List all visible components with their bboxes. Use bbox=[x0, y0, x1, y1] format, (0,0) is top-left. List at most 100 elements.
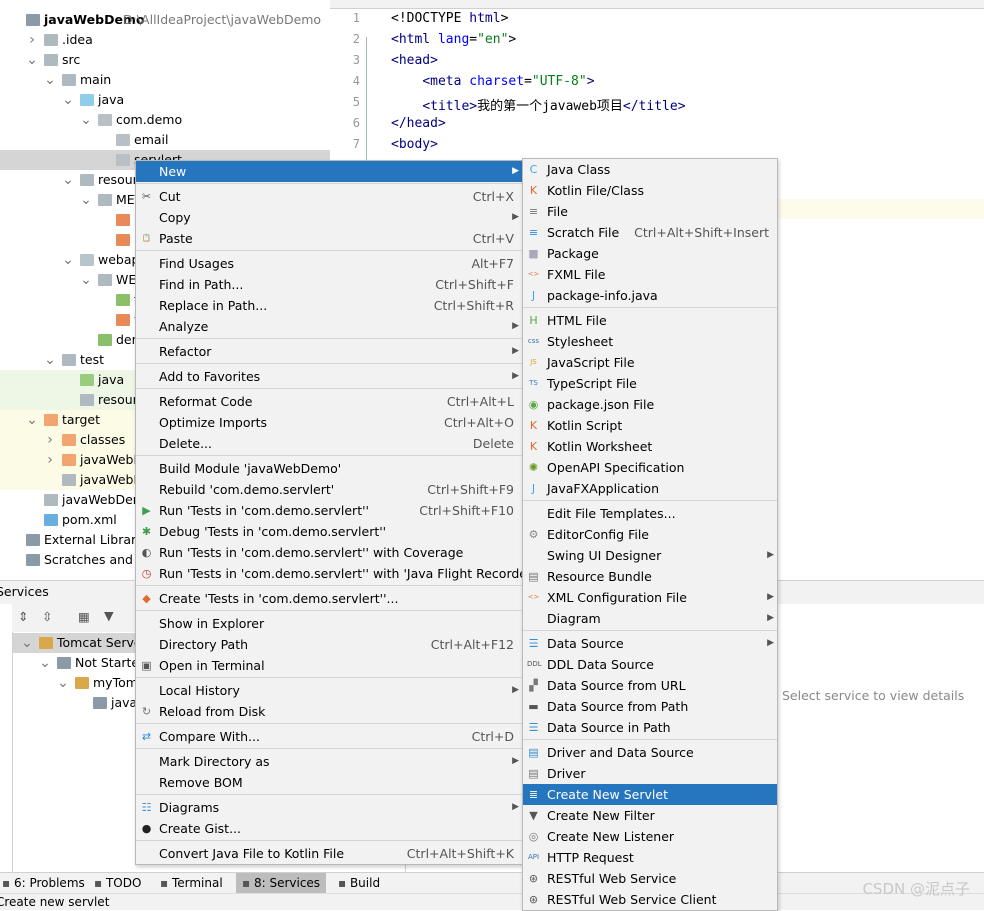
menu-item-data-source-from-url[interactable]: ▞ Data Source from URL bbox=[523, 675, 777, 696]
menu-item-java-class[interactable]: C Java Class bbox=[523, 159, 777, 180]
tree-item[interactable]: › .idea bbox=[0, 30, 330, 50]
menu-item-create-new-listener[interactable]: ◎ Create New Listener bbox=[523, 826, 777, 847]
menu-item-reformat-code[interactable]: Reformat Code Ctrl+Alt+L bbox=[136, 391, 522, 412]
menu-item-compare-with[interactable]: ⇄ Compare With... Ctrl+D bbox=[136, 726, 522, 747]
menu-item-javafxapplication[interactable]: J JavaFXApplication bbox=[523, 478, 777, 499]
code-line[interactable]: <meta charset="UTF-8"> bbox=[391, 74, 594, 89]
menu-item-remove-bom[interactable]: Remove BOM bbox=[136, 772, 522, 793]
menu-item-find-in-path[interactable]: Find in Path... Ctrl+Shift+F bbox=[136, 274, 522, 295]
chevron-down-icon[interactable]: ⌄ bbox=[57, 673, 69, 693]
menu-item-directory-path[interactable]: Directory Path Ctrl+Alt+F12 bbox=[136, 634, 522, 655]
code-line[interactable]: </head> bbox=[391, 116, 446, 131]
menu-item-reload-from-disk[interactable]: ↻ Reload from Disk bbox=[136, 701, 522, 722]
chevron-right-icon[interactable]: › bbox=[44, 430, 56, 450]
code-line[interactable]: <body> bbox=[391, 137, 438, 152]
filter-icon[interactable]: ▼ bbox=[104, 608, 114, 623]
menu-item-fxml-file[interactable]: <> FXML File bbox=[523, 264, 777, 285]
code-line[interactable]: <!DOCTYPE html> bbox=[391, 11, 508, 26]
menu-item-delete[interactable]: Delete... Delete bbox=[136, 433, 522, 454]
menu-item-stylesheet[interactable]: css Stylesheet bbox=[523, 331, 777, 352]
menu-item-paste[interactable]: 📋 Paste Ctrl+V bbox=[136, 228, 522, 249]
tool-tab-todo[interactable]: ▪ TODO bbox=[88, 873, 147, 893]
menu-item-diagram[interactable]: Diagram ▶ bbox=[523, 608, 777, 629]
tree-item[interactable]: ⌄ java bbox=[0, 90, 330, 110]
tree-item[interactable]: email bbox=[0, 130, 330, 150]
chevron-down-icon[interactable]: ⌄ bbox=[21, 633, 33, 653]
menu-item-xml-configuration-file[interactable]: <> XML Configuration File ▶ bbox=[523, 587, 777, 608]
menu-item-refactor[interactable]: Refactor ▶ bbox=[136, 341, 522, 362]
chevron-down-icon[interactable]: ⌄ bbox=[44, 70, 56, 90]
chevron-right-icon[interactable]: › bbox=[44, 450, 56, 470]
menu-item-kotlin-worksheet[interactable]: K Kotlin Worksheet bbox=[523, 436, 777, 457]
menu-item-kotlin-file-class[interactable]: K Kotlin File/Class bbox=[523, 180, 777, 201]
editor-tabs[interactable] bbox=[330, 0, 984, 9]
menu-item-create-gist[interactable]: ● Create Gist... bbox=[136, 818, 522, 839]
tool-tab--services[interactable]: ▪ 8: Services bbox=[236, 873, 327, 893]
menu-item-run-tests-in-com-demo-servlert-with-coverage[interactable]: ◐ Run 'Tests in 'com.demo.servlert'' with… bbox=[136, 542, 522, 563]
menu-item-data-source[interactable]: ☰ Data Source ▶ bbox=[523, 633, 777, 654]
menu-item-run-tests-in-com-demo-servlert[interactable]: ▶ Run 'Tests in 'com.demo.servlert'' Ctrl+… bbox=[136, 500, 522, 521]
menu-item-create-new-servlet[interactable]: ≣ Create New Servlet bbox=[523, 784, 777, 805]
chevron-down-icon[interactable]: ⌄ bbox=[80, 270, 92, 290]
menu-item-find-usages[interactable]: Find Usages Alt+F7 bbox=[136, 253, 522, 274]
chevron-down-icon[interactable]: ⌄ bbox=[44, 350, 56, 370]
menu-item-replace-in-path[interactable]: Replace in Path... Ctrl+Shift+R bbox=[136, 295, 522, 316]
menu-item-scratch-file[interactable]: ≡ Scratch File Ctrl+Alt+Shift+Insert bbox=[523, 222, 777, 243]
collapse-all-icon[interactable]: ⇳ bbox=[42, 609, 52, 624]
menu-item-debug-tests-in-com-demo-servlert[interactable]: ✱ Debug 'Tests in 'com.demo.servlert'' bbox=[136, 521, 522, 542]
menu-item-file[interactable]: ≡ File bbox=[523, 201, 777, 222]
menu-item-rebuild-com-demo-servlert[interactable]: Rebuild 'com.demo.servlert' Ctrl+Shift+F9 bbox=[136, 479, 522, 500]
menu-item-swing-ui-designer[interactable]: Swing UI Designer ▶ bbox=[523, 545, 777, 566]
menu-item-package-info-java[interactable]: Jpackage-info.java bbox=[523, 285, 777, 306]
menu-item-diagrams[interactable]: ☷ Diagrams ▶ bbox=[136, 797, 522, 818]
group-icon[interactable]: ▦ bbox=[78, 609, 90, 624]
menu-item-add-to-favorites[interactable]: Add to Favorites ▶ bbox=[136, 366, 522, 387]
menu-item-optimize-imports[interactable]: Optimize Imports Ctrl+Alt+O bbox=[136, 412, 522, 433]
menu-item-cut[interactable]: ✂ Cut Ctrl+X bbox=[136, 186, 522, 207]
tree-item[interactable]: javaWebDemo D:\AllIdeaProject\javaWebDemo bbox=[0, 10, 330, 30]
menu-item-analyze[interactable]: Analyze ▶ bbox=[136, 316, 522, 337]
menu-item-driver-and-data-source[interactable]: ▤ Driver and Data Source bbox=[523, 742, 777, 763]
tool-tab--problems[interactable]: ▪ 6: Problems bbox=[0, 873, 91, 893]
menu-item-kotlin-script[interactable]: K Kotlin Script bbox=[523, 415, 777, 436]
chevron-down-icon[interactable]: ⌄ bbox=[80, 110, 92, 130]
menu-item-restful-web-service[interactable]: ⊛ RESTful Web Service bbox=[523, 868, 777, 889]
tool-tab-build[interactable]: ▪ Build bbox=[332, 873, 386, 893]
chevron-down-icon[interactable]: ⌄ bbox=[26, 50, 38, 70]
menu-item-resource-bundle[interactable]: ▤ Resource Bundle bbox=[523, 566, 777, 587]
tree-item[interactable]: ⌄ main bbox=[0, 70, 330, 90]
menu-item-data-source-from-path[interactable]: ▬ Data Source from Path bbox=[523, 696, 777, 717]
menu-item-data-source-in-path[interactable]: ☰ Data Source in Path bbox=[523, 717, 777, 738]
chevron-down-icon[interactable]: ⌄ bbox=[62, 90, 74, 110]
chevron-down-icon[interactable]: ⌄ bbox=[62, 250, 74, 270]
menu-item-http-request[interactable]: API HTTP Request bbox=[523, 847, 777, 868]
menu-item-openapi-specification[interactable]: ✺ OpenAPI Specification bbox=[523, 457, 777, 478]
menu-item-open-in-terminal[interactable]: ▣ Open in Terminal bbox=[136, 655, 522, 676]
menu-item-edit-file-templates[interactable]: Edit File Templates... bbox=[523, 503, 777, 524]
menu-item-new[interactable]: New ▶ bbox=[136, 161, 522, 182]
menu-item-package-json-file[interactable]: ◉ package.json File bbox=[523, 394, 777, 415]
menu-item-local-history[interactable]: Local History ▶ bbox=[136, 680, 522, 701]
chevron-down-icon[interactable]: ⌄ bbox=[62, 170, 74, 190]
code-line[interactable]: <html lang="en"> bbox=[391, 32, 516, 47]
tool-tab-terminal[interactable]: ▪ Terminal bbox=[154, 873, 229, 893]
menu-item-html-file[interactable]: H HTML File bbox=[523, 310, 777, 331]
menu-item-editorconfig-file[interactable]: ⚙ EditorConfig File bbox=[523, 524, 777, 545]
tree-item[interactable]: ⌄ src bbox=[0, 50, 330, 70]
chevron-down-icon[interactable]: ⌄ bbox=[39, 653, 51, 673]
code-line[interactable]: <head> bbox=[391, 53, 438, 68]
expand-all-icon[interactable]: ⇕ bbox=[18, 609, 28, 624]
menu-item-show-in-explorer[interactable]: Show in Explorer bbox=[136, 613, 522, 634]
menu-item-run-tests-in-com-demo-servlert-with-java-flight-recorder[interactable]: ◷ Run 'Tests in 'com.demo.servlert'' with… bbox=[136, 563, 536, 584]
code-line[interactable]: <title>我的第一个javaweb项目</title> bbox=[391, 95, 685, 114]
chevron-down-icon[interactable]: ⌄ bbox=[26, 410, 38, 430]
chevron-right-icon[interactable]: › bbox=[26, 30, 38, 50]
tree-item[interactable]: ⌄ com.demo bbox=[0, 110, 330, 130]
menu-item-convert-java-file-to-kotlin-file[interactable]: Convert Java File to Kotlin File Ctrl+Alt… bbox=[136, 843, 522, 864]
menu-item-ddl-data-source[interactable]: DDL DDL Data Source bbox=[523, 654, 777, 675]
menu-item-typescript-file[interactable]: TS TypeScript File bbox=[523, 373, 777, 394]
menu-item-create-new-filter[interactable]: ▼ Create New Filter bbox=[523, 805, 777, 826]
menu-item-restful-web-service-client[interactable]: ⊛ RESTful Web Service Client bbox=[523, 889, 777, 910]
menu-item-driver[interactable]: ▤ Driver bbox=[523, 763, 777, 784]
menu-item-package[interactable]: ■ Package bbox=[523, 243, 777, 264]
